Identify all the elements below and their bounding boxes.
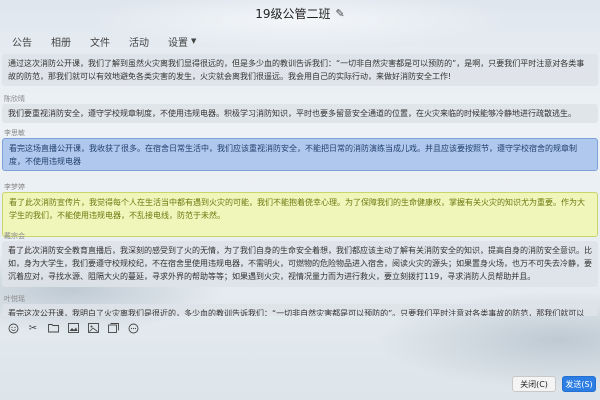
picture-icon[interactable] [86, 321, 100, 335]
message-list[interactable]: 通过这次消防公开课，我们了解到虽然火灾离我们显得很远的，但是多少血的教训告诉我们… [0, 54, 600, 316]
emoji-icon[interactable] [6, 321, 20, 335]
message-item: 李梦婷 看了此次消防宣传片，我觉得每个人在生活当中都有遇到火灾的可能，我们不能抱… [2, 182, 598, 237]
send-button[interactable]: 发送(S) [562, 376, 596, 392]
tab-announcement[interactable]: 公告 [12, 34, 32, 49]
chevron-down-icon: ▼ [191, 37, 197, 45]
message-item: 通过这次消防公开课，我们了解到虽然火灾离我们显得很远的，但是多少血的教训告诉我们… [2, 54, 598, 86]
group-title: 19级公管二班 [255, 6, 331, 21]
tab-files[interactable]: 文件 [90, 34, 110, 49]
more-icon[interactable] [126, 321, 140, 335]
title-bar: 19级公管二班 ✎ [0, 0, 600, 26]
folder-icon[interactable] [46, 321, 60, 335]
tab-settings[interactable]: 设置 ▼ [168, 34, 196, 49]
sender-name: 李思敏 [4, 129, 25, 137]
sender-name: 戴宗会 [4, 232, 25, 240]
message-bubble[interactable]: 看完这次公开课，我明白了火灾离我们是很近的，多少血的教训告诉我们：“一切非自然灾… [2, 304, 598, 316]
tab-activities[interactable]: 活动 [129, 34, 149, 49]
message-bubble-highlighted[interactable]: 看完这场直播公开课，我收获了很多。在宿舍日常生活中，我们应该重视消防安全，不能把… [2, 138, 598, 171]
message-item: 陈欣晴 我们要重视消防安全，遵守学校规章制度，不使用违规电器。积极学习消防知识，… [2, 94, 598, 123]
sender-name: 陈欣晴 [4, 95, 25, 103]
sender-name: 李梦婷 [4, 183, 25, 191]
close-button[interactable]: 关闭(C) [512, 376, 556, 392]
message-input[interactable] [0, 338, 600, 374]
input-toolbar: ✂ [6, 321, 146, 335]
sender-name: 叶悦瑶 [4, 295, 25, 303]
gallery-icon[interactable] [106, 321, 120, 335]
pencil-icon[interactable]: ✎ [336, 7, 345, 20]
message-bubble[interactable]: 通过这次消防公开课，我们了解到虽然火灾离我们显得很远的，但是多少血的教训告诉我们… [2, 54, 598, 86]
tab-album[interactable]: 相册 [51, 34, 71, 49]
message-bubble[interactable]: 我们要重视消防安全，遵守学校规章制度，不使用违规电器。积极学习消防知识，平时也要… [2, 104, 598, 123]
scissors-icon[interactable]: ✂ [26, 321, 40, 335]
message-item: 李思敏 看完这场直播公开课，我收获了很多。在宿舍日常生活中，我们应该重视消防安全… [2, 128, 598, 171]
message-bubble[interactable]: 看了此次消防安全教育直播后，我深刻的感受到了火的无情，为了我们自身的生命安全着想… [2, 241, 598, 287]
message-item: 戴宗会 看了此次消防安全教育直播后，我深刻的感受到了火的无情，为了我们自身的生命… [2, 231, 598, 287]
message-item: 叶悦瑶 看完这次公开课，我明白了火灾离我们是很近的，多少血的教训告诉我们：“一切… [2, 294, 598, 316]
tab-bar: 公告 相册 文件 活动 设置 ▼ [0, 30, 600, 52]
image-icon[interactable] [66, 321, 80, 335]
